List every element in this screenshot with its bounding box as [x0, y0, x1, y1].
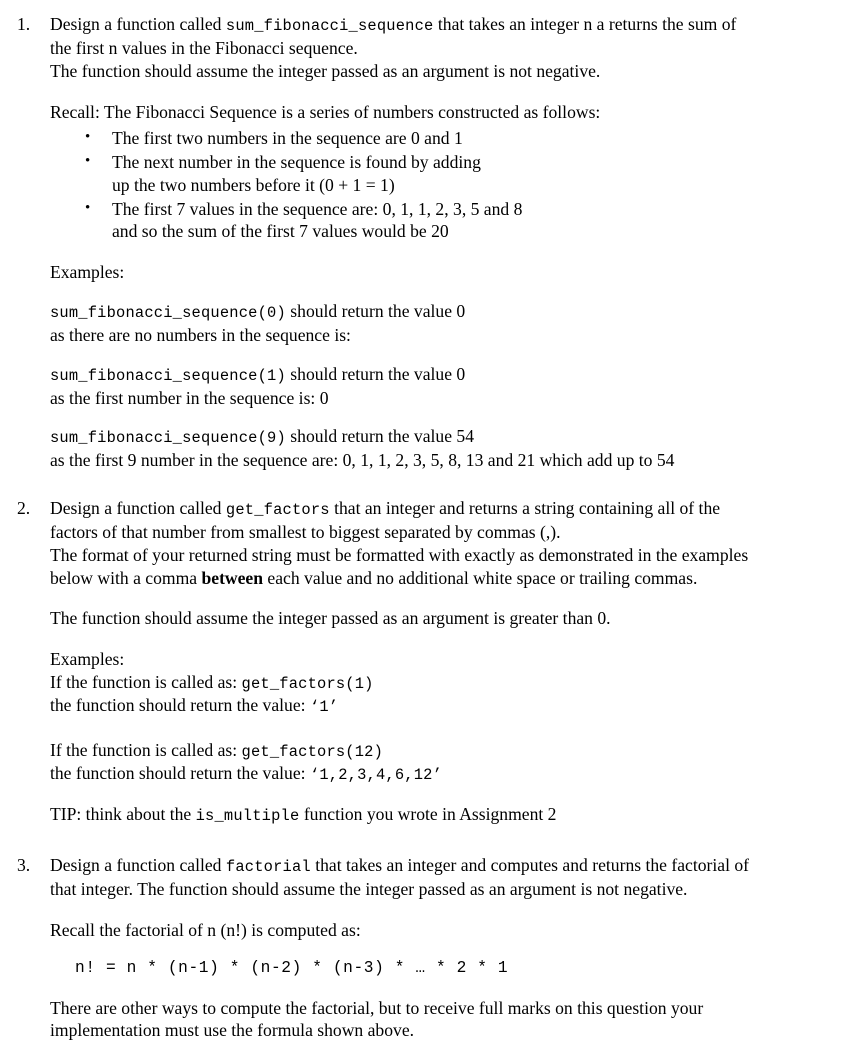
- q1-intro-prefix: Design a function called: [50, 14, 226, 34]
- list-item: • The next number in the sequence is fou…: [50, 151, 863, 197]
- q3-intro-prefix: Design a function called: [50, 854, 226, 875]
- question-3-closing-line1: There are other ways to compute the fact…: [50, 997, 704, 1018]
- questions-list: 1. Design a function called sum_fibonacc…: [0, 13, 863, 1042]
- question-2-example-1: If the function is called as: get_factor…: [50, 671, 863, 717]
- example-1-call-suffix: should return the value 0: [285, 300, 466, 321]
- example-1-returns-prefix: the function should return the value:: [50, 694, 310, 715]
- example-3-call-suffix: should return the value 54: [285, 426, 475, 447]
- question-2-tip: TIP: think about the is_multiple functio…: [50, 803, 863, 827]
- example-2-call: sum_fibonacci_sequence(1) should return …: [50, 363, 863, 387]
- example-1-called-as: If the function is called as: get_factor…: [50, 671, 863, 694]
- question-1-example-3: sum_fibonacci_sequence(9) should return …: [50, 425, 863, 472]
- example-2-call-suffix: should return the value 0: [285, 363, 466, 384]
- question-1-examples-label: Examples:: [50, 262, 125, 283]
- factorial-formula: n! = n * (n-1) * (n-2) * (n-3) * … * 2 *…: [75, 959, 509, 978]
- bullet-3-line-2: and so the sum of the first 7 values wou…: [112, 221, 449, 242]
- question-number-2: 2.: [17, 498, 31, 519]
- example-1-explanation: as there are no numbers in the sequence …: [50, 324, 351, 345]
- question-number-3: 3.: [17, 854, 31, 875]
- question-2-format-line2: below with a comma between each value an…: [50, 567, 863, 590]
- q2-format-line2-b: each value and no additional white space…: [263, 567, 698, 588]
- question-1-example-1: sum_fibonacci_sequence(0) should return …: [50, 300, 863, 347]
- q2-tip-suffix: function you wrote in Assignment 2: [299, 804, 557, 825]
- list-item: • The first 7 values in the sequence are…: [50, 198, 863, 244]
- bullet-2-line-1: The next number in the sequence is found…: [112, 152, 481, 173]
- fibonacci-rules-list: • The first two numbers in the sequence …: [50, 127, 863, 243]
- bullet-3-line-1: The first 7 values in the sequence are: …: [112, 198, 523, 219]
- document-page: 1. Design a function called sum_fibonacc…: [0, 13, 863, 1040]
- example-2-returns: the function should return the value: ‘1…: [50, 762, 863, 785]
- question-3-recall-line: Recall the factorial of n (n!) is comput…: [50, 919, 361, 940]
- example-3-call: sum_fibonacci_sequence(9) should return …: [50, 425, 863, 449]
- question-2-intro-line2: factors of that number from smallest to …: [50, 522, 561, 543]
- question-3-intro: Design a function called factorial that …: [50, 854, 863, 878]
- question-2-intro: Design a function called get_factors tha…: [50, 497, 863, 521]
- question-2-format-line1: The format of your returned string must …: [50, 544, 749, 565]
- bullet-dot-icon: •: [85, 153, 91, 170]
- q2-tip-prefix: TIP: think about the: [50, 804, 196, 825]
- question-1-intro-line3: The function should assume the integer p…: [50, 60, 601, 81]
- question-item-3: 3. Design a function called factorial th…: [0, 854, 863, 1042]
- example-1-returns: the function should return the value: ‘1…: [50, 694, 863, 717]
- example-3-call-code: sum_fibonacci_sequence(9): [50, 429, 286, 448]
- question-2-example-2: If the function is called as: get_factor…: [50, 739, 863, 785]
- bullet-dot-icon: •: [85, 199, 91, 216]
- bullet-2-line-2: up the two numbers before it (0 + 1 = 1): [112, 174, 395, 195]
- example-1-called-as-prefix: If the function is called as:: [50, 671, 242, 692]
- question-3-closing-line2: implementation must use the formula show…: [50, 1020, 415, 1041]
- example-3-explanation: as the first 9 number in the sequence ar…: [50, 450, 675, 471]
- question-2-assume-line: The function should assume the integer p…: [50, 608, 611, 629]
- question-1-recall-heading: Recall: The Fibonacci Sequence is a seri…: [50, 101, 601, 122]
- q3-intro-suffix: that takes an integer and computes and r…: [310, 854, 750, 875]
- question-number-1: 1.: [17, 14, 31, 34]
- example-1-call-code: sum_fibonacci_sequence(0): [50, 303, 286, 322]
- q2-tip-code: is_multiple: [195, 807, 300, 826]
- q2-intro-suffix: that an integer and returns a string con…: [329, 498, 721, 519]
- question-3-intro-line2: that integer. The function should assume…: [50, 878, 688, 899]
- q2-format-bold-between: between: [201, 567, 264, 588]
- example-2-called-as-code: get_factors(12): [241, 743, 384, 761]
- question-1-intro-line2: the first n values in the Fibonacci sequ…: [50, 37, 358, 58]
- example-2-explanation: as the first number in the sequence is: …: [50, 387, 329, 408]
- list-item: • The first two numbers in the sequence …: [50, 127, 863, 150]
- question-2-examples-label: Examples:: [50, 649, 125, 670]
- q1-function-name-code: sum_fibonacci_sequence: [225, 17, 434, 35]
- q2-format-line2-a: below with a comma: [50, 567, 202, 588]
- q2-function-name-code: get_factors: [225, 501, 330, 520]
- bullet-dot-icon: •: [85, 129, 91, 146]
- q3-function-name-code: factorial: [225, 857, 311, 876]
- example-1-called-as-code: get_factors(1): [241, 674, 374, 693]
- example-2-called-as: If the function is called as: get_factor…: [50, 739, 863, 762]
- example-2-returns-prefix: the function should return the value:: [50, 763, 310, 784]
- example-1-returns-code: ‘1’: [309, 697, 339, 716]
- question-item-1: 1. Design a function called sum_fibonacc…: [0, 13, 863, 472]
- question-1-intro: Design a function called sum_fibonacci_s…: [50, 13, 863, 37]
- example-2-call-code: sum_fibonacci_sequence(1): [50, 366, 286, 385]
- example-2-returns-code: ‘1,2,3,4,6,12’: [309, 766, 443, 785]
- q2-intro-prefix: Design a function called: [50, 498, 226, 519]
- question-1-example-2: sum_fibonacci_sequence(1) should return …: [50, 363, 863, 410]
- q1-intro-suffix: that takes an integer n a returns the su…: [433, 14, 737, 34]
- example-2-called-as-prefix: If the function is called as:: [50, 740, 242, 760]
- example-1-call: sum_fibonacci_sequence(0) should return …: [50, 300, 863, 324]
- question-item-2: 2. Design a function called get_factors …: [0, 497, 863, 827]
- bullet-1-line-1: The first two numbers in the sequence ar…: [112, 128, 463, 149]
